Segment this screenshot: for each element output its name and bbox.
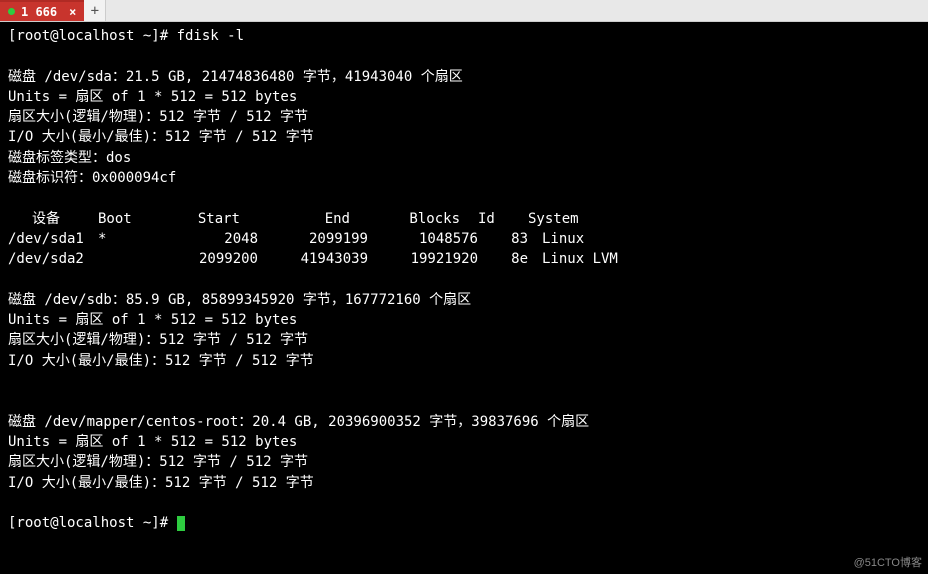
new-tab-button[interactable]: + [84,0,106,21]
part-start: 2099200 [148,249,258,269]
terminal[interactable]: [root@localhost ~]# fdisk -l 磁盘 /dev/sda… [0,22,928,574]
disk-sdb-sector: 扇区大小(逻辑/物理)：512 字节 / 512 字节 [8,332,308,348]
disk-sdb-header: 磁盘 /dev/sdb：85.9 GB, 85899345920 字节，1677… [8,292,471,308]
hdr-system: System [528,209,579,229]
part-system: Linux LVM [528,249,618,269]
disk-sdb-io: I/O 大小(最小/最佳)：512 字节 / 512 字节 [8,353,314,369]
cursor-icon [177,516,185,531]
tab-label: 1 666 [21,5,57,19]
hdr-end: End [258,209,368,229]
partition-table-header: 设备BootStartEndBlocksIdSystem [8,209,579,229]
prompt: [root@localhost ~]# [8,515,177,531]
part-id: 83 [478,229,528,249]
status-dot-icon [8,8,15,15]
part-boot: * [98,229,148,249]
close-icon[interactable]: × [69,5,76,19]
partition-row: /dev/sda2 209920041943039199219208eLinux … [8,249,618,269]
part-end: 41943039 [258,249,368,269]
disk-mapper-sector: 扇区大小(逻辑/物理)：512 字节 / 512 字节 [8,454,308,470]
prompt: [root@localhost ~]# [8,28,177,44]
disk-sda-header: 磁盘 /dev/sda：21.5 GB, 21474836480 字节，4194… [8,69,463,85]
plus-icon: + [91,3,99,19]
part-blocks: 1048576 [368,229,478,249]
disk-mapper-units: Units = 扇区 of 1 * 512 = 512 bytes [8,434,297,450]
disk-mapper-header: 磁盘 /dev/mapper/centos-root：20.4 GB, 2039… [8,414,589,430]
part-system: Linux [528,229,584,249]
partition-row: /dev/sda1*20482099199104857683Linux [8,229,584,249]
tab-active[interactable]: 1 666 × [0,0,84,21]
part-blocks: 19921920 [368,249,478,269]
hdr-id: Id [478,209,528,229]
part-start: 2048 [148,229,258,249]
disk-sda-labeltype: 磁盘标签类型：dos [8,150,131,166]
hdr-device: 设备 [8,209,98,229]
part-device: /dev/sda1 [8,229,98,249]
hdr-boot: Boot [98,209,148,229]
disk-sdb-units: Units = 扇区 of 1 * 512 = 512 bytes [8,312,297,328]
part-id: 8e [478,249,528,269]
disk-sda-sector: 扇区大小(逻辑/物理)：512 字节 / 512 字节 [8,109,308,125]
disk-mapper-io: I/O 大小(最小/最佳)：512 字节 / 512 字节 [8,475,314,491]
part-end: 2099199 [258,229,368,249]
disk-sda-io: I/O 大小(最小/最佳)：512 字节 / 512 字节 [8,129,314,145]
hdr-blocks: Blocks [368,209,478,229]
disk-sda-units: Units = 扇区 of 1 * 512 = 512 bytes [8,89,297,105]
disk-sda-identifier: 磁盘标识符：0x000094cf [8,170,176,186]
part-device: /dev/sda2 [8,249,98,269]
command-text: fdisk -l [177,28,244,44]
tab-bar: 1 666 × + [0,0,928,22]
hdr-start: Start [148,209,258,229]
